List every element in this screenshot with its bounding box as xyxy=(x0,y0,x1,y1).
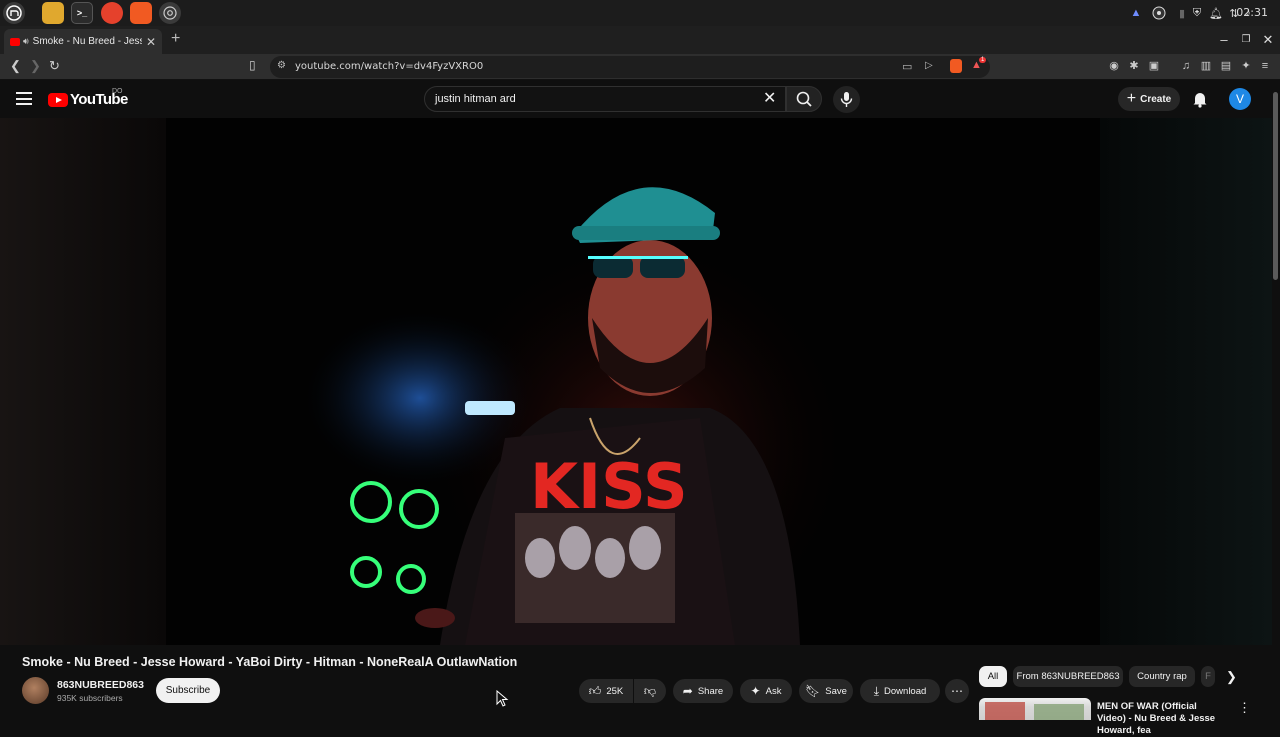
firefox-icon[interactable] xyxy=(101,2,123,24)
speaker-icon[interactable]: 🔊︎ xyxy=(23,36,29,47)
video-frame: KISS xyxy=(0,118,1272,645)
subscriber-count: 935K subscribers xyxy=(57,693,123,703)
share-icon: ➦ xyxy=(682,684,693,698)
minimize-window-icon[interactable]: – xyxy=(1217,32,1231,47)
screenshot-icon[interactable]: ▣ xyxy=(1147,59,1161,73)
more-actions-button[interactable]: ⋯ xyxy=(945,679,969,703)
share-button[interactable]: ➦ Share xyxy=(673,679,733,703)
download-label: Download xyxy=(884,685,927,697)
download-icon: ⤓ xyxy=(873,683,880,698)
video-title: Smoke - Nu Breed - Jesse Howard - YaBoi … xyxy=(22,655,518,669)
site-info-icon[interactable]: ⚙ xyxy=(277,60,286,71)
download-button[interactable]: ⤓ Download xyxy=(860,679,940,703)
address-bar[interactable]: ⚙ youtube.com/watch?v=dv4FyzVXRO0 ▭ ▷ ▲ … xyxy=(270,56,990,78)
app-tray-icon[interactable]: ▲ xyxy=(1128,5,1144,21)
browser-menu-icon[interactable]: ≡ xyxy=(1258,59,1272,73)
mouse-cursor-icon xyxy=(496,689,510,713)
chromium-icon[interactable] xyxy=(159,2,181,24)
forward-icon[interactable]: ❯ xyxy=(30,58,41,74)
chip-all[interactable]: All xyxy=(979,666,1007,687)
more-horizontal-icon: ⋯ xyxy=(951,684,963,698)
shirt-logo-text: KISS xyxy=(530,450,688,523)
media-icon[interactable]: ♫ xyxy=(1179,59,1193,73)
wallet-icon[interactable]: ▤ xyxy=(1219,59,1233,73)
chip-country-rap[interactable]: Country rap xyxy=(1129,666,1195,687)
like-count: 25K xyxy=(606,685,624,697)
cast-icon[interactable]: ▭ xyxy=(902,60,912,73)
ask-label: Ask xyxy=(765,685,782,697)
extension-badge: 1 xyxy=(979,57,987,63)
channel-name[interactable]: 863NUBREED863 xyxy=(57,679,144,691)
maximize-window-icon[interactable]: ❐ xyxy=(1239,34,1253,45)
search-input[interactable]: justin hitman ard xyxy=(424,86,786,112)
related-video-thumbnail[interactable] xyxy=(979,698,1091,720)
sparkle-icon: ✦ xyxy=(750,684,761,698)
like-button[interactable]: 👍︎ 25K xyxy=(579,679,633,703)
thumbnail-graphic xyxy=(1034,704,1084,720)
subscribe-button[interactable]: Subscribe xyxy=(156,678,220,703)
account-avatar[interactable]: V xyxy=(1229,88,1251,110)
close-window-icon[interactable]: ✕ xyxy=(1261,32,1275,48)
tab-title: Smoke - Nu Breed - Jesse H xyxy=(32,36,142,47)
notification-icon[interactable]: 🔔︎ xyxy=(1208,5,1224,21)
hamburger-menu-icon[interactable] xyxy=(16,92,32,105)
share-label: Share xyxy=(697,685,724,697)
brave-shields-icon[interactable] xyxy=(950,59,962,73)
brave-icon[interactable] xyxy=(130,2,152,24)
ask-button[interactable]: ✦ Ask xyxy=(740,679,792,703)
close-tab-icon[interactable]: ✕ xyxy=(146,35,156,49)
thumbs-down-icon: 👎︎ xyxy=(643,683,657,698)
notifications-bell-icon[interactable] xyxy=(1192,90,1208,113)
voice-search-button[interactable] xyxy=(833,86,860,113)
bookmark-icon[interactable]: ▯ xyxy=(249,58,256,72)
related-more-icon[interactable]: ⋮ xyxy=(1238,700,1251,716)
search-query-text[interactable]: justin hitman ard xyxy=(435,93,516,105)
thumbnail-graphic xyxy=(985,702,1025,720)
send-icon[interactable]: ▷ xyxy=(925,60,933,71)
new-tab-button[interactable]: + xyxy=(171,30,180,48)
extensions-icon[interactable]: ✱ xyxy=(1127,59,1141,73)
chip-from-channel[interactable]: From 863NUBREED863 xyxy=(1013,666,1123,687)
terminal-icon[interactable]: >_ xyxy=(71,2,93,24)
create-button[interactable]: + Create xyxy=(1118,87,1180,111)
related-video-title[interactable]: MEN OF WAR (Official Video) - Nu Breed &… xyxy=(1097,701,1227,737)
chips-next-icon[interactable]: ❯ xyxy=(1226,669,1237,685)
files-icon[interactable] xyxy=(42,2,64,24)
url-text[interactable]: youtube.com/watch?v=dv4FyzVXRO0 xyxy=(295,61,483,72)
leo-ai-icon[interactable]: ✦ xyxy=(1239,59,1253,73)
clock[interactable]: 02:31 xyxy=(1236,6,1268,19)
microphone-icon xyxy=(840,92,853,107)
sidebar-icon[interactable]: ▥ xyxy=(1199,59,1213,73)
mint-menu-icon[interactable] xyxy=(3,2,25,24)
video-player[interactable]: KISS xyxy=(0,118,1272,645)
youtube-logo[interactable]: YouTube DO xyxy=(48,88,128,108)
browser-tab[interactable]: 🔊︎ Smoke - Nu Breed - Jesse H ✕ xyxy=(4,29,162,54)
plus-icon: + xyxy=(1126,90,1137,107)
channel-avatar[interactable] xyxy=(22,677,49,704)
accessibility-icon[interactable]: ◉ xyxy=(1107,59,1121,73)
search-button[interactable] xyxy=(786,86,822,112)
browser-tab-strip: 🔊︎ Smoke - Nu Breed - Jesse H ✕ xyxy=(0,26,1280,54)
youtube-header: YouTube DO justin hitman ard xyxy=(0,80,1280,118)
shield-icon[interactable]: ⛨ xyxy=(1189,5,1205,21)
clear-search-icon[interactable]: ✕ xyxy=(763,88,776,108)
chip-more[interactable]: F xyxy=(1201,666,1215,687)
youtube-favicon-icon xyxy=(10,37,20,46)
save-label: Save xyxy=(825,685,847,697)
browser-toolbar: ❮ ❯ ↻ ▯ ⚙ youtube.com/watch?v=dv4FyzVXRO… xyxy=(0,54,1280,80)
toggle-icon[interactable]: ▮ xyxy=(1174,5,1190,21)
os-taskbar: >_ ▲ ▮ ⛨ 🔔︎ ⇅ ♪ 02:31 xyxy=(0,0,1280,26)
youtube-play-icon xyxy=(48,92,68,107)
search-icon xyxy=(796,91,812,107)
thumbs-up-icon: 👍︎ xyxy=(588,683,602,698)
back-icon[interactable]: ❮ xyxy=(10,58,21,74)
dislike-button[interactable]: 👎︎ xyxy=(634,679,666,703)
reload-icon[interactable]: ↻ xyxy=(49,58,60,74)
scrollbar-thumb[interactable] xyxy=(1273,92,1278,280)
bookmark-save-icon: 🔖︎ xyxy=(805,684,821,698)
create-label: Create xyxy=(1140,93,1172,105)
obs-icon[interactable] xyxy=(1151,5,1167,21)
country-code: DO xyxy=(112,88,123,95)
save-button[interactable]: 🔖︎ Save xyxy=(799,679,853,703)
